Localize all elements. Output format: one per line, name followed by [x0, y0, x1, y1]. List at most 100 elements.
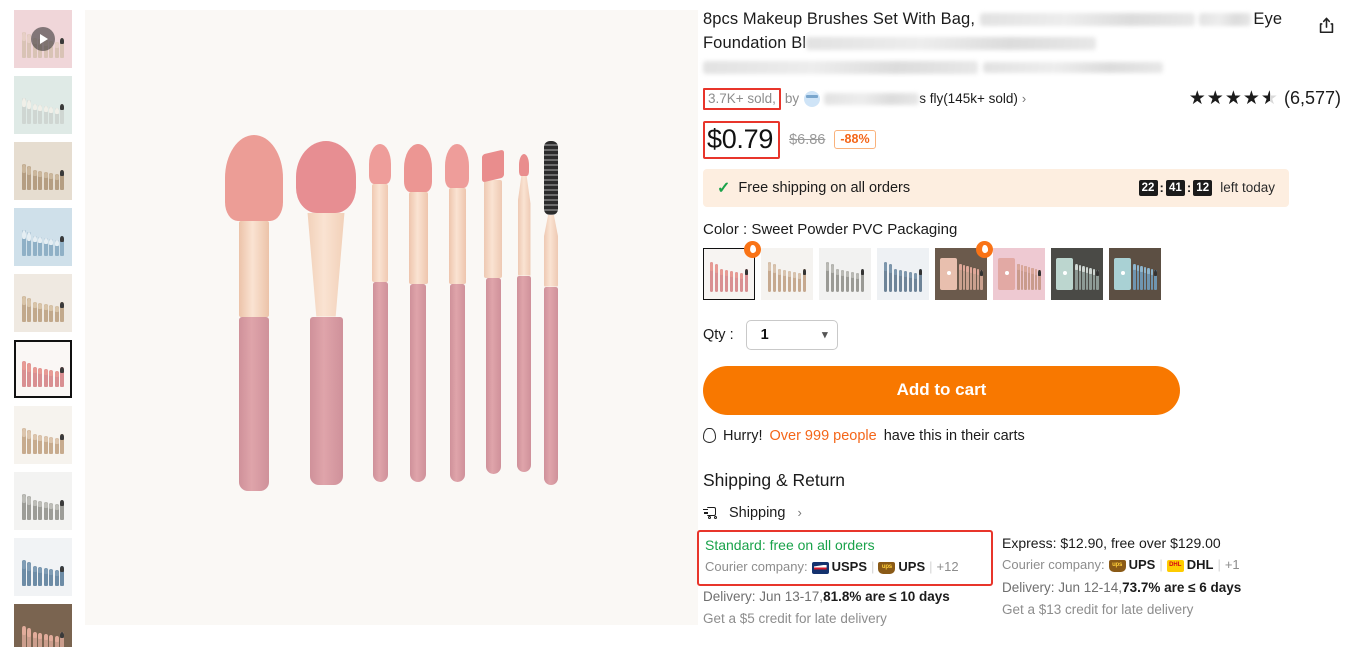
page-title: 8pcs Makeup Brushes Set With Bag, Eye Fo… [703, 8, 1305, 80]
delivery-percentage: 73.7% are ≤ 6 days [1122, 579, 1242, 595]
star-rating: ★★★★★★ [1188, 88, 1279, 110]
thumb-image [15, 275, 71, 331]
color-swatch-blue-brush-set[interactable] [877, 247, 929, 300]
brush-ferrule [484, 179, 502, 278]
redacted-title-1 [979, 13, 1195, 27]
quantity-label: Qty : [703, 326, 734, 343]
thumb-nude-set[interactable] [14, 406, 72, 464]
redacted-title-3 [806, 37, 1097, 51]
chevron-right-icon: › [1021, 91, 1027, 107]
brush-ferrule [408, 191, 428, 284]
original-price: $6.86 [789, 131, 826, 148]
dhl-logo-icon [1166, 559, 1184, 572]
thumb-bag-pink[interactable] [14, 604, 72, 647]
shipping-link[interactable]: Shipping › [703, 505, 1341, 521]
redacted-seller-name [824, 92, 920, 105]
hurry-prefix: Hurry! [723, 427, 763, 444]
brush-3 [369, 143, 391, 482]
sold-count: 3.7K+ sold, [708, 90, 776, 106]
redacted-title-2 [1199, 13, 1252, 27]
sold-by-prefix: by [784, 91, 800, 107]
brush-ferrule [372, 183, 388, 282]
hurry-highlight: Over 999 people [769, 427, 877, 444]
brush-handle [309, 316, 343, 485]
free-shipping-banner: ✓ Free shipping on all orders 22 : 41 : … [703, 168, 1289, 207]
thumb-blue-pack[interactable] [14, 208, 72, 266]
color-swatch-pink-bag-set[interactable] [935, 240, 993, 300]
carrier-ups: UPS [1108, 554, 1155, 576]
brush-ferrule [448, 187, 466, 284]
carrier-separator: | [929, 559, 933, 575]
thumb-steel-blue[interactable] [14, 538, 72, 596]
brush-bristles [445, 143, 469, 188]
countdown-timer: 22 : 41 : 12 left today [1138, 179, 1275, 196]
brush-handle [239, 316, 269, 491]
color-swatch-sweet-powder-pvc-packaging[interactable] [703, 240, 761, 300]
current-price: $0.79 [707, 123, 774, 154]
brush-bristles [404, 143, 432, 192]
brush-2 [296, 140, 356, 485]
shipping-option-standard-shipping[interactable]: Standard: free on all orders Courier comp… [697, 529, 993, 630]
color-swatch-list[interactable] [703, 240, 1341, 300]
color-swatch-mint-bag-set[interactable] [1051, 247, 1103, 300]
redacted-title-4 [703, 60, 978, 74]
brush-5 [445, 143, 469, 482]
more-carriers: +12 [936, 559, 959, 575]
thumb-flatlay[interactable] [14, 142, 72, 200]
color-swatch-pink-background-bag-set[interactable] [993, 247, 1045, 300]
flame-icon [703, 428, 716, 444]
share-button[interactable] [1311, 10, 1341, 40]
timer-minutes: 41 [1165, 179, 1185, 196]
carrier-separator: | [1217, 557, 1221, 573]
thumb-image [15, 143, 71, 199]
thumb-grey-set[interactable] [14, 472, 72, 530]
review-count: (6,577) [1283, 88, 1341, 109]
shipping-options-list[interactable]: Standard: free on all orders Courier comp… [697, 529, 1341, 630]
carrier-ups: UPS [878, 556, 925, 578]
carrier-separator: | [1159, 557, 1163, 573]
thumbnail-gallery-rail[interactable] [0, 0, 85, 647]
swatch-image [994, 249, 1044, 299]
timer-label: left today [1220, 180, 1275, 196]
seller-line[interactable]: 3.7K+ sold, by s fly(145k+ sold) › [703, 87, 1027, 110]
swatch-image [878, 249, 928, 299]
redacted-title-5 [982, 61, 1163, 73]
color-swatch-teal-blue-bag-set[interactable] [1109, 247, 1161, 300]
brush-handle [485, 277, 501, 474]
shipping-option-express-shipping[interactable]: Express: $12.90, free over $129.00 Courie… [1002, 533, 1286, 630]
brush-bristles [369, 143, 391, 184]
usps-logo-icon [811, 561, 829, 574]
play-icon[interactable] [31, 27, 55, 51]
courier-label: Courier company: [705, 559, 808, 575]
delivery-percentage: 81.8% are ≤ 10 days [823, 588, 950, 604]
swatch-image [762, 249, 812, 299]
shipping-option-highlight: Standard: free on all orders Courier comp… [697, 529, 993, 586]
ups-logo-icon [1108, 559, 1126, 572]
quantity-select[interactable]: 1 ▾ [745, 319, 838, 350]
courier-label: Courier company: [1002, 557, 1105, 573]
quantity-row: Qty : 1 ▾ [703, 319, 1341, 350]
color-option-label: Color : Sweet Powder PVC Packaging [703, 220, 958, 238]
thumb-brush-art [16, 342, 70, 396]
brush-handle [544, 286, 558, 485]
brush-ferrule [307, 212, 345, 317]
color-swatch-grey-brush-set[interactable] [819, 247, 871, 300]
thumb-image [15, 539, 71, 595]
product-main-image[interactable] [85, 10, 698, 625]
thumb-video[interactable] [14, 10, 72, 68]
courier-row: Courier company:USPS|UPS|+12 [705, 556, 985, 578]
late-delivery-credit: Get a $13 credit for late delivery [1002, 601, 1194, 617]
thumb-image [15, 407, 71, 463]
rating-block[interactable]: ★★★★★★ (6,577) [1189, 88, 1341, 109]
thumb-gold-set[interactable] [14, 274, 72, 332]
timer-seconds: 12 [1193, 179, 1213, 196]
shipping-option-title: Standard: free on all orders [705, 536, 875, 553]
product-title-text: 8pcs Makeup Brushes Set With Bag, [703, 10, 980, 28]
thumb-brush-art [15, 77, 71, 133]
brush-handle [449, 283, 465, 482]
thumb-mint-set[interactable] [14, 76, 72, 134]
color-swatch-beige-brush-set[interactable] [761, 247, 813, 300]
add-to-cart-button[interactable]: Add to cart [703, 365, 1180, 415]
thumb-pink-set[interactable] [14, 340, 72, 398]
quantity-value: 1 [760, 326, 769, 343]
